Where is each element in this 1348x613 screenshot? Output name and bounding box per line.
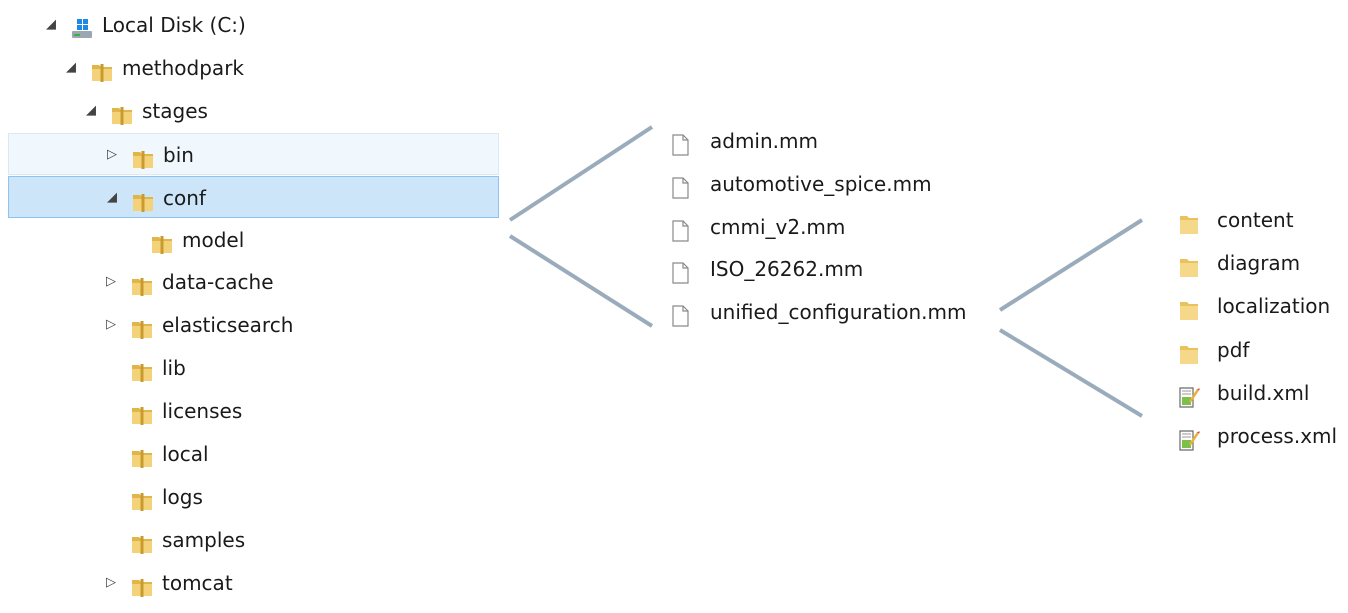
folder-plain-icon (1177, 294, 1201, 321)
file-icon (668, 129, 692, 156)
item-label: pdf (1217, 337, 1250, 362)
item-label: diagram (1217, 251, 1301, 276)
connector-line (508, 234, 654, 328)
item-label: build.xml (1217, 380, 1310, 405)
file-item-label: admin.mm (710, 129, 818, 153)
connector-line (998, 218, 1144, 312)
folder-plain-icon (1177, 208, 1201, 234)
xml-file-icon (1177, 424, 1201, 451)
item-label: content (1217, 208, 1294, 232)
file-item-label: automotive_spice.mm (710, 171, 932, 196)
item-label: process.xml (1217, 424, 1338, 448)
xml-file-icon (1177, 381, 1201, 408)
file-item-label: unified_configuration.mm (710, 300, 967, 325)
connector-line (508, 125, 654, 222)
file-item-label: ISO_26262.mm (710, 257, 864, 282)
file-icon (668, 172, 692, 199)
item-label: localization (1217, 294, 1331, 319)
file-icon (668, 215, 692, 242)
folder-plain-icon (1177, 338, 1201, 364)
file-icon (668, 257, 692, 284)
folder-plain-icon (1177, 251, 1201, 278)
file-icon (668, 300, 692, 327)
connector-lines (508, 125, 1144, 418)
connector-line (998, 328, 1144, 418)
file-item-label: cmmi_v2.mm (710, 214, 846, 239)
